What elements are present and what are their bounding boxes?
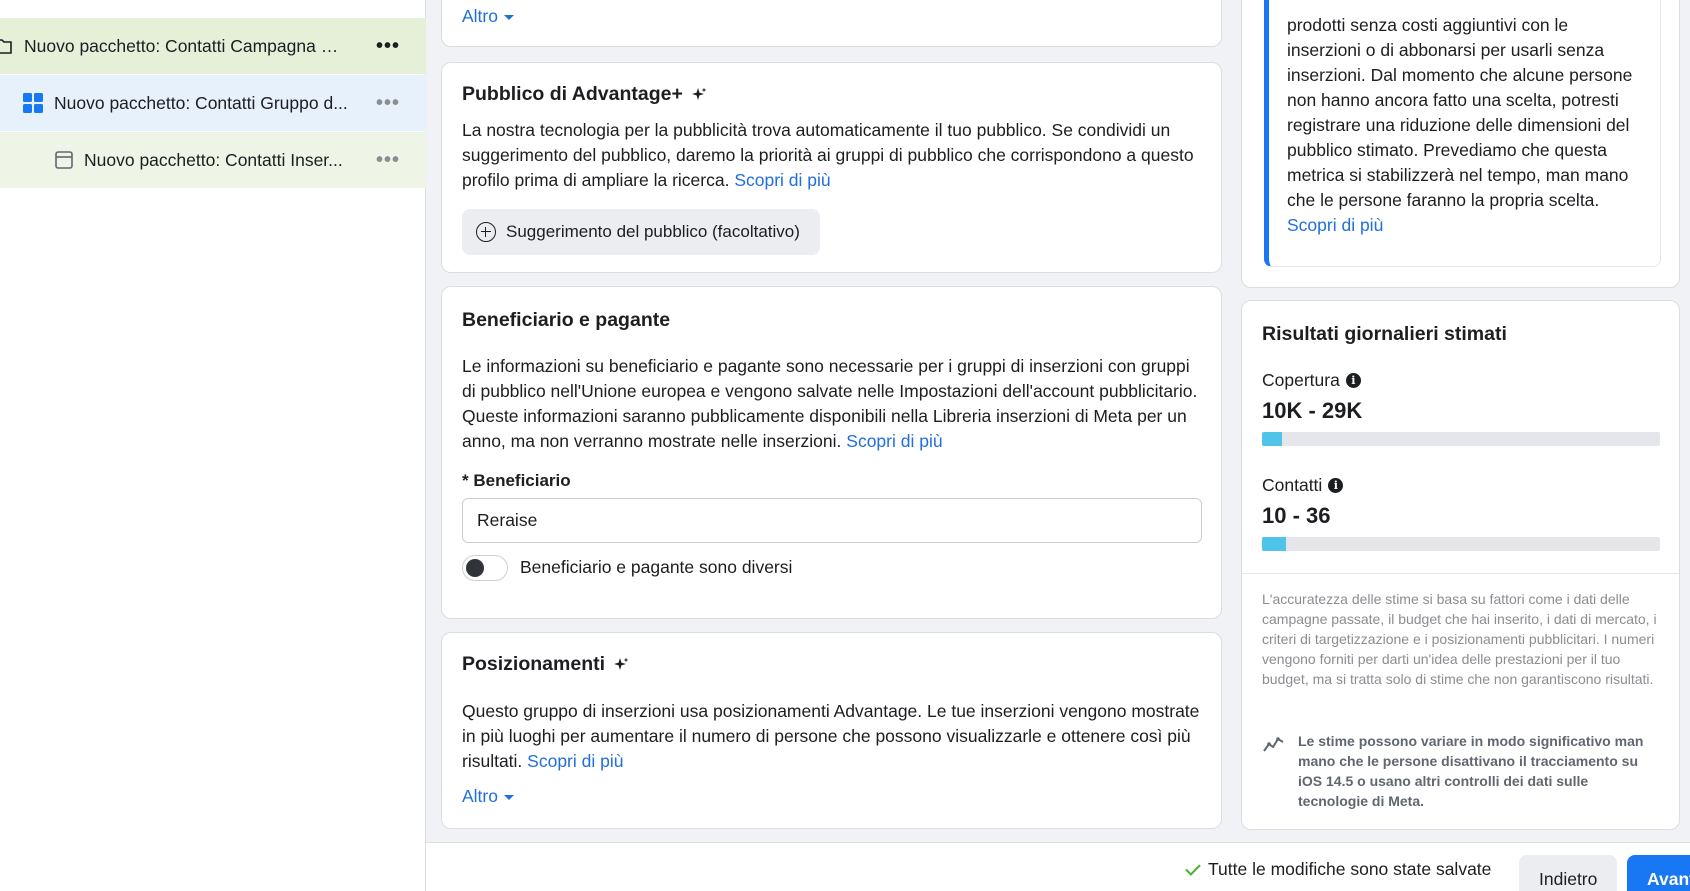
ios-tracking-note: Le stime possono variare in modo signifi… [1298, 733, 1644, 809]
section-description: Le informazioni su beneficiario e pagant… [462, 356, 1198, 451]
beneficiary-input[interactable] [462, 498, 1202, 543]
audience-suggestion-button[interactable]: Suggerimento del pubblico (facoltativo) [462, 209, 820, 255]
footer-bar: Tutte le modifiche sono state salvate In… [426, 842, 1690, 891]
save-status: Tutte le modifiche sono state salvate [1185, 859, 1491, 880]
ad-icon [55, 151, 73, 169]
contacts-label: Contatti i [1262, 475, 1344, 496]
advantage-audience-card: Pubblico di Advantage+ La nostra tecnolo… [441, 62, 1222, 273]
tree-item-adset[interactable]: Nuovo pacchetto: Contatti Gruppo d... ••… [0, 75, 426, 131]
contacts-value: 10 - 36 [1262, 503, 1331, 528]
sparkle-icon [614, 657, 629, 670]
more-options-icon[interactable]: ••• [372, 146, 404, 174]
different-payer-toggle[interactable] [462, 555, 508, 581]
altro-dropdown[interactable]: Altro [462, 786, 514, 807]
beneficiary-payer-card: Beneficiario e pagante Le informazioni s… [441, 286, 1222, 619]
toggle-knob [466, 559, 484, 577]
more-options-icon[interactable]: ••• [372, 32, 404, 60]
campaign-tree-sidebar: Nuovo pacchetto: Contatti Campagna c... … [0, 0, 426, 891]
learn-more-link[interactable]: Scopri di più [1287, 213, 1637, 238]
tree-item-label: Nuovo pacchetto: Contatti Campagna c... [24, 35, 344, 56]
section-title: Beneficiario e pagante [462, 309, 671, 331]
section-title: Posizionamenti [462, 653, 629, 676]
button-label: Suggerimento del pubblico (facoltativo) [506, 222, 800, 241]
sparkle-icon [691, 87, 707, 100]
reach-label: Copertura i [1262, 370, 1361, 391]
results-title: Risultati giornalieri stimati [1262, 323, 1507, 345]
tree-item-label: Nuovo pacchetto: Contatti Gruppo d... [54, 92, 348, 113]
reach-value: 10K - 29K [1262, 398, 1363, 423]
next-button[interactable]: Avanti [1627, 855, 1690, 891]
reach-bar-fill [1262, 432, 1282, 446]
beneficiary-field-label: * Beneficiario [462, 471, 571, 490]
learn-more-link[interactable]: Scopri di più [734, 170, 830, 190]
tree-item-ad[interactable]: Nuovo pacchetto: Contatti Inser... ••• [0, 132, 426, 188]
contacts-bar [1262, 537, 1660, 551]
add-circle-icon [476, 222, 496, 242]
altro-label: Altro [462, 786, 498, 806]
reach-bar [1262, 432, 1660, 446]
altro-label: Altro [462, 6, 498, 26]
back-button[interactable]: Indietro [1519, 855, 1618, 891]
folder-icon [0, 39, 12, 54]
toggle-label: Beneficiario e pagante sono diversi [520, 557, 793, 577]
checkmark-icon [1185, 859, 1201, 876]
estimated-results-card: Risultati giornalieri stimati Copertura … [1241, 300, 1680, 830]
estimate-disclaimer: L'accuratezza delle stime si basa su fat… [1262, 591, 1657, 687]
more-options-icon[interactable]: ••• [372, 89, 404, 117]
info-icon[interactable]: i [1345, 373, 1361, 388]
section-description: Questo gruppo di inserzioni usa posizion… [462, 701, 1200, 771]
altro-dropdown[interactable]: Altro [462, 6, 514, 27]
section-description: La nostra tecnologia per la pubblicità t… [462, 120, 1194, 190]
tree-item-campaign[interactable]: Nuovo pacchetto: Contatti Campagna c... … [0, 18, 426, 74]
caret-down-icon [503, 795, 514, 800]
learn-more-link[interactable]: Scopri di più [846, 431, 942, 451]
placements-card: Posizionamenti Questo gruppo di inserzio… [441, 632, 1222, 829]
trend-line-icon [1263, 737, 1284, 752]
notice-text: prodotti senza costi aggiuntivi con le i… [1287, 13, 1637, 238]
contacts-bar-fill [1262, 537, 1286, 551]
tree-item-label: Nuovo pacchetto: Contatti Inser... [84, 149, 343, 170]
learn-more-link[interactable]: Scopri di più [527, 751, 623, 771]
section-title: Pubblico di Advantage+ [462, 83, 707, 106]
info-icon[interactable]: i [1328, 478, 1344, 493]
divider [1242, 573, 1679, 574]
previous-section-card: Altro [441, 0, 1222, 47]
ad-set-grid-icon [23, 93, 43, 113]
audience-notice-card: prodotti senza costi aggiuntivi con le i… [1241, 0, 1680, 288]
caret-down-icon [503, 15, 514, 20]
